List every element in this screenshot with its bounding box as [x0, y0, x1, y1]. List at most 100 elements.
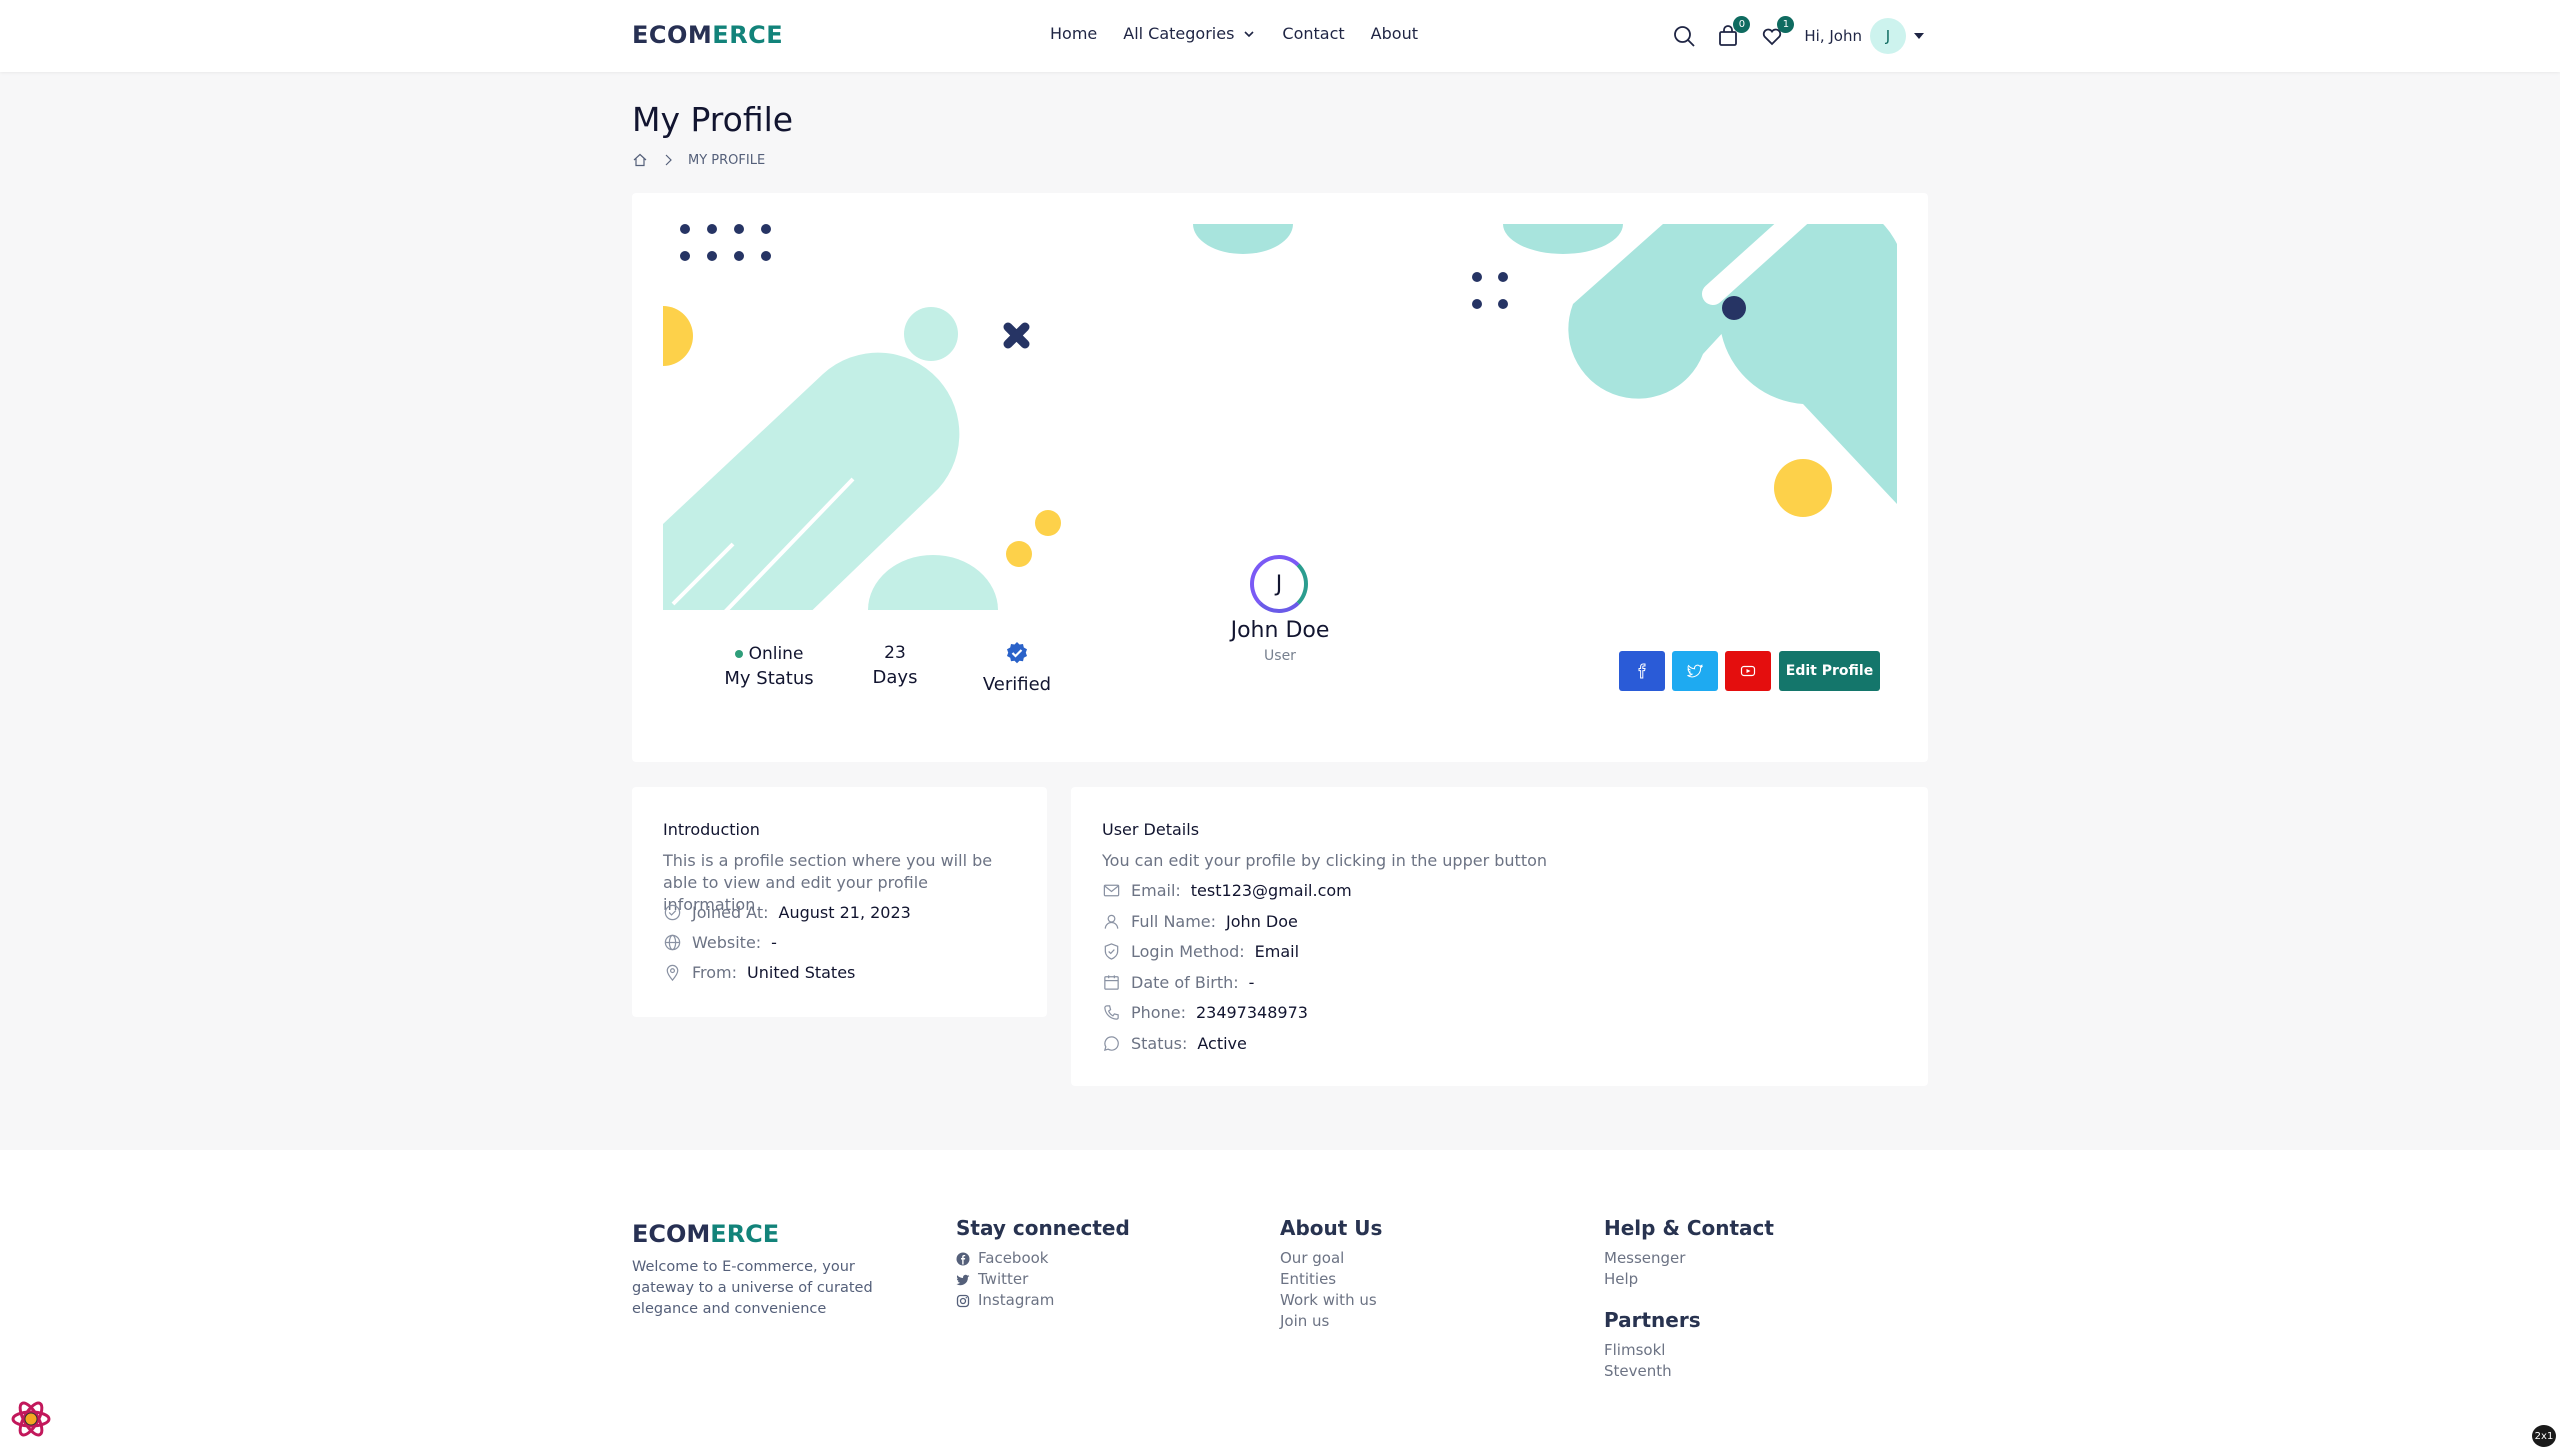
joined-label: Joined At:: [692, 903, 769, 922]
verified-label: Verified: [982, 674, 1052, 695]
from-value: United States: [747, 963, 856, 982]
mail-icon: [1103, 884, 1120, 897]
footer-link-label: Join us: [1280, 1312, 1330, 1330]
corner-badge[interactable]: 2x1: [2532, 1425, 2556, 1447]
user-greeting: Hi, John: [1804, 27, 1862, 45]
verified-badge-icon: [1007, 642, 1027, 664]
footer-logo-text-accent: ERCE: [710, 1220, 780, 1248]
footer-description: Welcome to E-commerce, your gateway to a…: [632, 1259, 873, 1317]
email-value: test123@gmail.com: [1190, 881, 1352, 900]
facebook-button[interactable]: [1619, 651, 1665, 691]
footer-link-flimsokl[interactable]: Flimsokl: [1604, 1340, 1774, 1361]
footer-link-label: Our goal: [1280, 1249, 1345, 1267]
globe-icon: [664, 934, 681, 951]
footer-link-label: Help: [1604, 1270, 1639, 1288]
cart-count-badge: 0: [1733, 16, 1751, 33]
nav-about[interactable]: About: [1371, 24, 1418, 43]
youtube-button[interactable]: [1725, 651, 1771, 691]
facebook-icon: [1638, 663, 1646, 679]
fullname-value: John Doe: [1226, 912, 1298, 931]
user-menu[interactable]: Hi, John J: [1804, 18, 1924, 54]
footer-link-work-with-us[interactable]: Work with us: [1280, 1290, 1382, 1311]
nav-categories-label: All Categories: [1123, 24, 1235, 43]
profile-name: John Doe: [1230, 618, 1330, 643]
days-value: 23: [884, 643, 906, 663]
nav-home-label: Home: [1050, 24, 1098, 43]
footer-logo-text-primary: ECOM: [632, 1220, 711, 1248]
profile-role: User: [1264, 648, 1296, 664]
footer-link-join-us[interactable]: Join us: [1280, 1311, 1382, 1332]
wishlist-count-badge: 1: [1777, 16, 1795, 33]
footer-link-label: Instagram: [978, 1291, 1055, 1309]
top-header: ECOMERCE Home All Categories Contact Abo…: [0, 0, 2560, 72]
dob-label: Date of Birth:: [1131, 973, 1239, 992]
search-icon: [1674, 26, 1696, 47]
dob-row: Date of Birth: -: [1102, 973, 1254, 992]
nav-home[interactable]: Home: [1050, 24, 1097, 43]
website-label: Website:: [692, 933, 762, 952]
footer-logo[interactable]: ECOMERCE: [632, 1220, 779, 1248]
email-label: Email:: [1131, 881, 1181, 900]
footer-help-title: Help & Contact: [1604, 1216, 1774, 1240]
twitter-icon: [1687, 664, 1703, 678]
fullname-row: Full Name: John Doe: [1102, 912, 1298, 931]
phone-label: Phone:: [1131, 1003, 1186, 1022]
caret-down-icon: [1914, 33, 1924, 39]
user-icon: [1104, 914, 1119, 929]
from-row: From: United States: [663, 963, 855, 982]
from-label: From:: [692, 963, 738, 982]
chat-bubble-icon: [1103, 1036, 1119, 1052]
home-icon[interactable]: [632, 152, 648, 168]
footer-stay-title: Stay connected: [956, 1216, 1130, 1240]
logo-text-primary: ECOM: [632, 21, 713, 49]
chevron-down-icon: [1244, 30, 1254, 37]
user-details-card: User Details You can edit your profile b…: [1071, 787, 1928, 1086]
status-row: Status: Active: [1102, 1034, 1247, 1053]
footer-link-help[interactable]: Help: [1604, 1269, 1774, 1290]
wishlist-button[interactable]: 1: [1760, 16, 1795, 48]
user-details-description: You can edit your profile by clicking in…: [1102, 851, 1548, 870]
footer-link-instagram[interactable]: Instagram: [956, 1290, 1130, 1311]
email-row: Email: test123@gmail.com: [1102, 881, 1352, 900]
search-button[interactable]: [1672, 24, 1696, 48]
cart-button[interactable]: 0: [1716, 16, 1751, 48]
chevron-right-icon: [665, 154, 672, 166]
status-label: My Status: [724, 668, 814, 689]
footer-link-label: Work with us: [1280, 1291, 1377, 1309]
calendar-icon: [1104, 975, 1119, 990]
footer-link-entities[interactable]: Entities: [1280, 1269, 1382, 1290]
profile-avatar[interactable]: J: [1250, 555, 1308, 613]
nav-contact-label: Contact: [1282, 24, 1345, 43]
cover-pattern-graphic: [663, 224, 1897, 610]
footer-partners-title: Partners: [1604, 1308, 1701, 1332]
phone-row: Phone: 23497348973: [1102, 1003, 1308, 1022]
phone-value: 23497348973: [1195, 1003, 1308, 1022]
twitter-button[interactable]: [1672, 651, 1718, 691]
account-status-value: Active: [1197, 1034, 1247, 1053]
fullname-label: Full Name:: [1131, 912, 1217, 931]
footer-link-label: Steventh: [1604, 1362, 1672, 1380]
page-title: My Profile: [632, 100, 794, 139]
introduction-title: Introduction: [663, 820, 760, 839]
online-dot: [734, 650, 743, 658]
nav-contact[interactable]: Contact: [1282, 24, 1344, 43]
instagram-icon: [956, 1294, 970, 1307]
footer-link-messenger[interactable]: Messenger: [1604, 1248, 1774, 1269]
brand-logo[interactable]: ECOMERCE: [632, 21, 783, 49]
header-actions: 0 1 Hi, John J: [1672, 16, 1924, 54]
edit-profile-button[interactable]: Edit Profile: [1779, 651, 1880, 691]
footer-link-steventh[interactable]: Steventh: [1604, 1361, 1774, 1382]
footer-link-label: Flimsokl: [1604, 1341, 1666, 1359]
footer-link-our-goal[interactable]: Our goal: [1280, 1248, 1382, 1269]
main-nav: Home All Categories Contact About: [1050, 24, 1444, 43]
shield-check-icon: [1104, 943, 1119, 960]
avatar: J: [1870, 18, 1906, 54]
nav-all-categories[interactable]: All Categories: [1123, 24, 1256, 43]
logo-text-accent: ERCE: [712, 21, 784, 49]
website-row: Website: -: [663, 933, 777, 952]
status-stat: Online My Status: [714, 644, 824, 689]
footer-link-facebook[interactable]: Facebook: [956, 1248, 1130, 1269]
joined-row: Joined At: August 21, 2023: [663, 903, 911, 922]
react-devtools-icon[interactable]: [10, 1398, 52, 1440]
footer-link-twitter[interactable]: Twitter: [956, 1269, 1130, 1290]
